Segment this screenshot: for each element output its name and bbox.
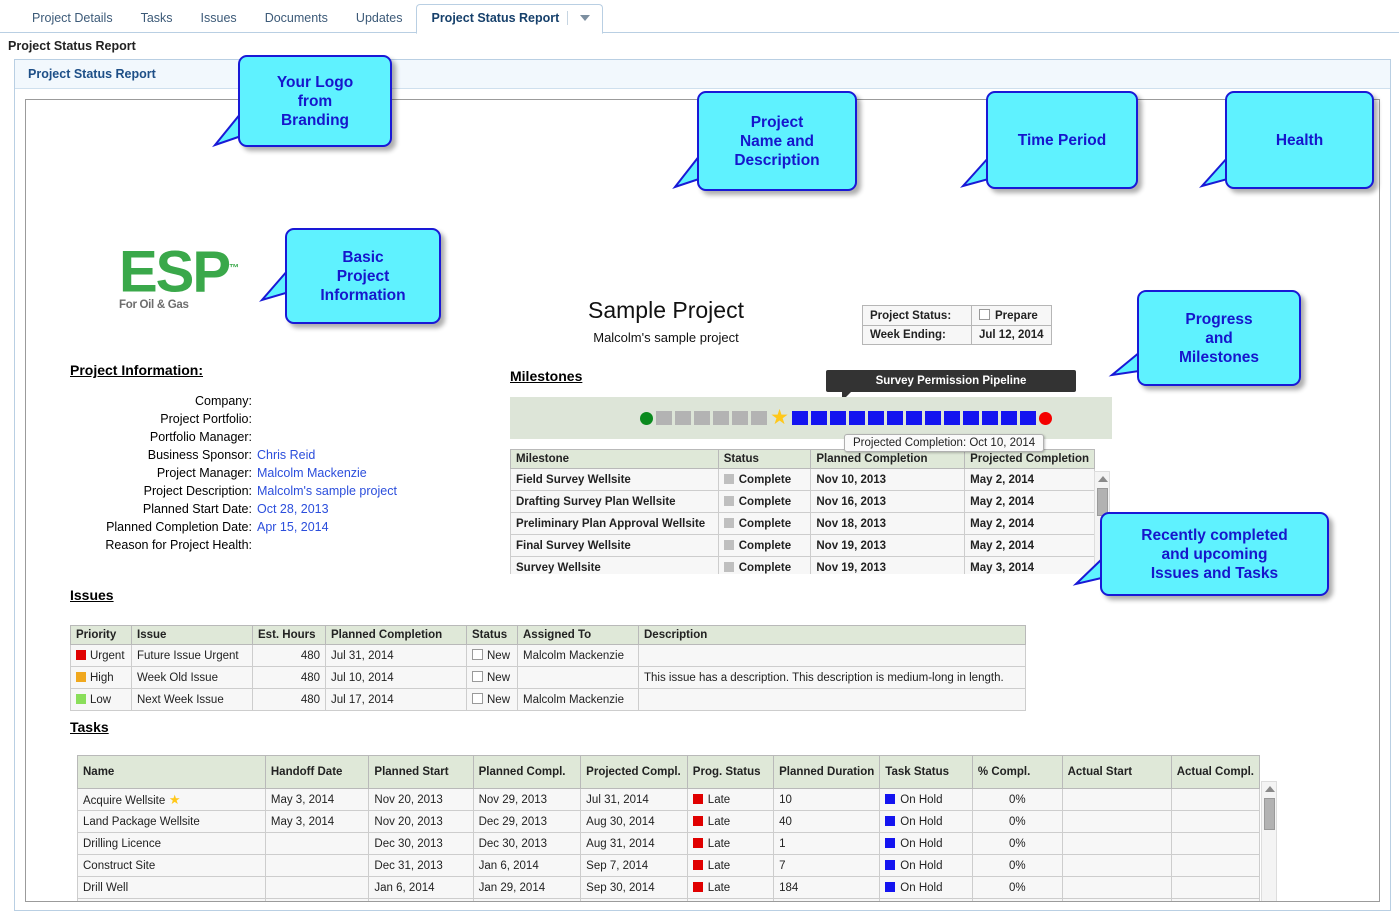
callout-text: Time Period bbox=[1017, 131, 1107, 149]
callout-progress-and-milestones: Progress and Milestones bbox=[1137, 290, 1301, 386]
callout-text: Your Logo from Branding bbox=[276, 73, 354, 129]
callout-health: Health bbox=[1225, 91, 1374, 189]
callout-text: Project Name and Description bbox=[734, 113, 820, 169]
callout-text: Progress and Milestones bbox=[1178, 310, 1260, 366]
callout-text: Health bbox=[1275, 131, 1324, 149]
callout-text: Recently completed and upcoming Issues and… bbox=[1141, 526, 1288, 582]
callout-text: Basic Project Information bbox=[320, 248, 406, 304]
callout-your-logo: Your Logo from Branding bbox=[238, 55, 392, 147]
callout-basic-project-information: Basic Project Information bbox=[285, 228, 441, 324]
callout-time-period: Time Period bbox=[986, 91, 1138, 189]
callout-project-name-and-description: Project Name and Description bbox=[697, 91, 857, 191]
callout-issues-and-tasks: Recently completed and upcoming Issues and… bbox=[1100, 512, 1329, 596]
